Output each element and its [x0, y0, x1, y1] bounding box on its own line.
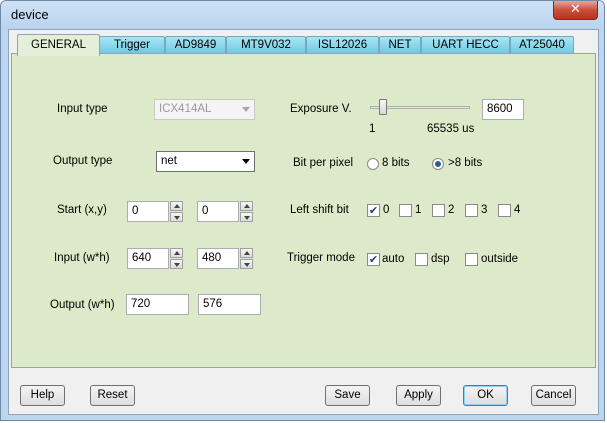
output-height-field[interactable]: 576 — [198, 294, 261, 315]
start-x-field[interactable]: 0 — [127, 201, 169, 222]
dropdown-arrow-icon — [242, 159, 250, 164]
trigger-auto-checkbox[interactable]: ✔ — [367, 253, 380, 266]
input-type-select: ICX414AL — [154, 99, 255, 120]
ok-button[interactable]: OK — [463, 385, 508, 406]
output-type-select[interactable]: net — [156, 151, 255, 172]
tab-ad9849[interactable]: AD9849 — [165, 36, 226, 54]
input-size-label: Input (w*h) — [54, 252, 110, 264]
tab-at25040[interactable]: AT25040 — [510, 36, 574, 54]
bit-per-pixel-label: Bit per pixel — [293, 157, 354, 169]
trigger-auto-label: auto — [382, 253, 405, 265]
shift-1-label: 1 — [415, 204, 422, 216]
save-button[interactable]: Save — [325, 385, 370, 406]
start-y-spinner[interactable] — [240, 201, 253, 222]
window-title: device — [11, 7, 49, 22]
input-height-spinner[interactable] — [240, 248, 253, 269]
output-size-label: Output (w*h) — [50, 299, 115, 311]
radio-more-than-8-bits-label: >8 bits — [448, 157, 483, 169]
tab-uart-hecc[interactable]: UART HECC — [421, 36, 510, 54]
spin-down-icon[interactable] — [170, 212, 183, 222]
shift-2-checkbox[interactable] — [432, 204, 445, 217]
input-type-label: Input type — [57, 103, 108, 115]
general-tab-panel: Input type ICX414AL Output type net Star… — [11, 53, 596, 368]
tab-trigger[interactable]: Trigger — [99, 36, 165, 54]
shift-0-label: 0 — [383, 204, 390, 216]
input-type-value: ICX414AL — [159, 103, 212, 115]
trigger-outside-label: outside — [481, 253, 519, 265]
help-button[interactable]: Help — [20, 385, 65, 406]
exposure-slider-thumb[interactable] — [379, 99, 387, 115]
exposure-min-label: 1 — [369, 123, 376, 135]
cancel-button[interactable]: Cancel — [531, 385, 576, 406]
output-width-field[interactable]: 720 — [126, 294, 189, 315]
radio-more-than-8-bits[interactable] — [432, 158, 444, 170]
exposure-value-field[interactable]: 8600 — [482, 99, 524, 120]
shift-4-label: 4 — [514, 204, 521, 216]
dialog-client-area: GENERAL Trigger AD9849 MT9V032 ISL12026 … — [8, 29, 599, 415]
output-type-label: Output type — [53, 155, 113, 167]
trigger-dsp-checkbox[interactable] — [415, 253, 428, 266]
radio-8-bits[interactable] — [367, 158, 379, 170]
close-button[interactable]: ✕ — [553, 1, 598, 20]
trigger-dsp-label: dsp — [431, 253, 450, 265]
output-type-value: net — [161, 155, 177, 167]
device-dialog: device ✕ GENERAL Trigger AD9849 MT9V032 … — [0, 0, 605, 421]
trigger-outside-checkbox[interactable] — [465, 253, 478, 266]
shift-3-checkbox[interactable] — [465, 204, 478, 217]
apply-button[interactable]: Apply — [396, 385, 441, 406]
trigger-mode-label: Trigger mode — [287, 252, 355, 264]
start-label: Start (x,y) — [57, 204, 107, 216]
shift-3-label: 3 — [481, 204, 488, 216]
tab-mt9v032[interactable]: MT9V032 — [226, 36, 306, 54]
shift-1-checkbox[interactable] — [399, 204, 412, 217]
shift-0-checkbox[interactable]: ✔ — [367, 204, 380, 217]
dropdown-arrow-icon — [242, 107, 250, 112]
spin-down-icon[interactable] — [170, 259, 183, 269]
start-y-field[interactable]: 0 — [197, 201, 239, 222]
spin-down-icon[interactable] — [240, 212, 253, 222]
start-x-spinner[interactable] — [170, 201, 183, 222]
close-icon: ✕ — [570, 2, 581, 17]
input-width-field[interactable]: 640 — [127, 248, 169, 269]
spin-up-icon[interactable] — [170, 201, 183, 211]
radio-8-bits-label: 8 bits — [382, 157, 410, 169]
input-height-field[interactable]: 480 — [197, 248, 239, 269]
title-bar[interactable]: device ✕ — [1, 1, 604, 29]
tab-general[interactable]: GENERAL — [17, 34, 100, 56]
spin-up-icon[interactable] — [170, 248, 183, 258]
tab-isl12026[interactable]: ISL12026 — [306, 36, 379, 54]
spin-up-icon[interactable] — [240, 201, 253, 211]
exposure-max-label: 65535 us — [427, 123, 475, 135]
reset-button[interactable]: Reset — [90, 385, 135, 406]
exposure-label: Exposure V. — [290, 103, 352, 115]
spin-down-icon[interactable] — [240, 259, 253, 269]
left-shift-label: Left shift bit — [290, 204, 349, 216]
input-width-spinner[interactable] — [170, 248, 183, 269]
shift-4-checkbox[interactable] — [498, 204, 511, 217]
spin-up-icon[interactable] — [240, 248, 253, 258]
tab-net[interactable]: NET — [379, 36, 421, 54]
shift-2-label: 2 — [448, 204, 455, 216]
